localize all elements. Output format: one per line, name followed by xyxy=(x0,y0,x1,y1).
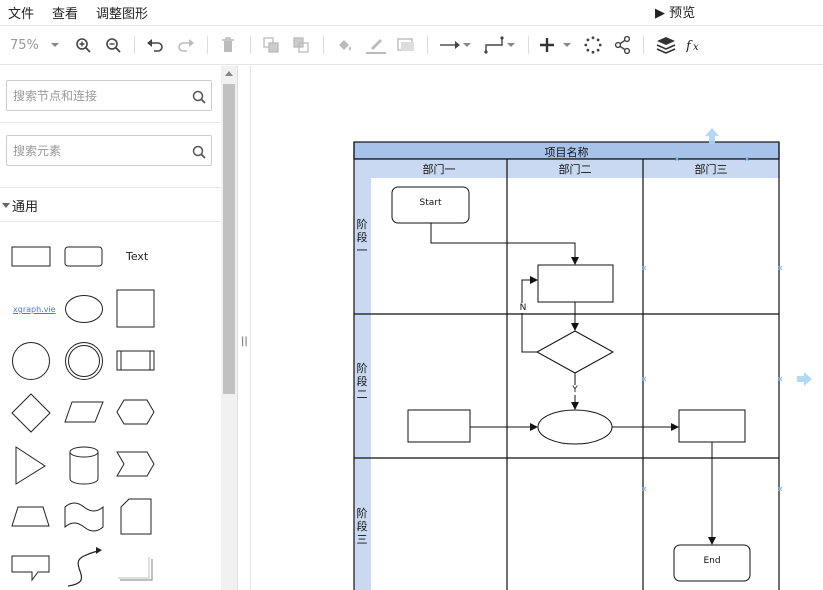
undo-icon[interactable] xyxy=(146,34,164,56)
diamond-shape[interactable] xyxy=(11,393,53,433)
callout-shape[interactable] xyxy=(11,555,53,583)
end-label: End xyxy=(703,556,721,566)
parallelogram-shape[interactable] xyxy=(64,401,106,425)
search-nodes-box xyxy=(6,80,212,111)
toolbar-separator xyxy=(528,36,529,54)
merge-node xyxy=(537,409,613,445)
waypoint-icon[interactable] xyxy=(484,34,504,56)
menu-bar: 文件 查看 调整图形 ▶ 预览 xyxy=(0,0,823,24)
tape-shape[interactable] xyxy=(64,502,106,534)
svg-text:x: x xyxy=(693,42,699,53)
phase-title-3: 阶段三 xyxy=(356,507,368,546)
menu-view[interactable]: 查看 xyxy=(52,3,78,22)
search-icon[interactable] xyxy=(192,144,206,163)
triangle-shape[interactable] xyxy=(14,446,48,486)
toolbar-separator xyxy=(207,36,208,54)
fill-color-icon[interactable] xyxy=(336,34,354,56)
hexagon-shape[interactable] xyxy=(116,399,158,427)
zoom-level[interactable]: 75% xyxy=(10,38,39,53)
divider-line xyxy=(0,221,221,222)
corner-shape[interactable] xyxy=(116,556,158,584)
toolbar: 75% fx xyxy=(0,25,823,65)
step-shape[interactable] xyxy=(116,451,158,479)
toolbar-separator xyxy=(134,36,135,54)
search-nodes-input[interactable] xyxy=(7,81,182,110)
search-elements-box xyxy=(6,135,212,166)
formula-icon[interactable]: fx xyxy=(686,34,704,56)
menu-file[interactable]: 文件 xyxy=(8,3,34,22)
trapezoid-shape[interactable] xyxy=(11,506,53,530)
phase-title-1: 阶段一 xyxy=(356,218,368,257)
toolbar-separator xyxy=(250,36,251,54)
rounded-rectangle-shape[interactable] xyxy=(64,246,106,268)
scroll-up-arrow-icon[interactable] xyxy=(225,71,233,76)
square-shape[interactable] xyxy=(116,289,158,329)
collapse-triangle-icon[interactable] xyxy=(2,203,10,208)
share-icon[interactable] xyxy=(614,34,632,56)
preview-button[interactable]: ▶ 预览 xyxy=(655,2,695,21)
cylinder-shape[interactable] xyxy=(68,446,102,486)
arrow-dropdown-icon[interactable] xyxy=(462,34,472,56)
start-label: Start xyxy=(419,198,442,208)
ellipse-shape[interactable] xyxy=(64,293,106,325)
zoom-in-icon[interactable] xyxy=(75,34,91,56)
menu-adjust-shape[interactable]: 调整图形 xyxy=(96,3,148,22)
process-shape[interactable] xyxy=(116,350,158,372)
process-node-left xyxy=(407,409,471,443)
search-elements-input[interactable] xyxy=(7,136,182,165)
insert-dropdown-icon[interactable] xyxy=(562,34,572,56)
toolbar-separator xyxy=(427,36,428,54)
curve-connector-shape[interactable] xyxy=(64,546,106,590)
line-color-icon[interactable] xyxy=(366,34,386,56)
lane-title-2: 部门二 xyxy=(558,163,592,176)
card-shape[interactable] xyxy=(119,498,155,538)
diagram-canvas[interactable]: 项目名称 部门一 部门二 部门三 阶段一 阶段二 阶段三 Start End N… xyxy=(252,66,823,590)
to-back-icon[interactable] xyxy=(293,34,309,56)
zoom-out-icon[interactable] xyxy=(105,34,121,56)
svg-text:f: f xyxy=(686,39,693,53)
text-shape[interactable]: Text xyxy=(126,250,148,263)
layers-icon[interactable] xyxy=(656,34,676,56)
pool-title: 项目名称 xyxy=(544,146,589,159)
toolbar-separator xyxy=(323,36,324,54)
section-general[interactable]: 通用 xyxy=(12,196,38,215)
to-front-icon[interactable] xyxy=(263,34,279,56)
divider-line xyxy=(0,122,221,123)
connector-arrow-icon[interactable] xyxy=(440,34,460,56)
circle-shape[interactable] xyxy=(11,341,53,381)
insert-plus-icon[interactable] xyxy=(540,34,554,56)
process-node-1 xyxy=(537,264,614,303)
panel-resize-handle[interactable]: || xyxy=(238,66,251,590)
phase-title-2: 阶段二 xyxy=(356,362,368,401)
decision-node xyxy=(535,330,615,374)
waypoint-dropdown-icon[interactable] xyxy=(506,34,516,56)
no-label: N xyxy=(518,303,528,313)
link-shape[interactable]: xgraph.vie xyxy=(13,305,56,314)
process-node-right xyxy=(678,409,746,443)
lane-title-3: 部门三 xyxy=(694,163,728,176)
delete-icon[interactable] xyxy=(221,34,235,56)
sidebar-scrollbar-thumb[interactable] xyxy=(223,84,235,394)
shape-sidebar: 通用 Text xgraph.vie xyxy=(0,66,238,590)
zoom-dropdown-icon[interactable] xyxy=(50,34,60,56)
divider-line xyxy=(0,187,221,188)
search-icon[interactable] xyxy=(192,89,206,108)
yes-label: Y xyxy=(570,385,580,395)
rectangle-shape[interactable] xyxy=(11,246,53,268)
double-circle-shape[interactable] xyxy=(64,341,106,381)
toolbar-separator xyxy=(643,36,644,54)
redo-icon[interactable] xyxy=(177,34,195,56)
shadow-icon[interactable] xyxy=(397,34,415,56)
right-handle-icon xyxy=(797,372,812,386)
loading-dots-icon[interactable] xyxy=(584,34,602,56)
lane-title-1: 部门一 xyxy=(422,163,456,176)
